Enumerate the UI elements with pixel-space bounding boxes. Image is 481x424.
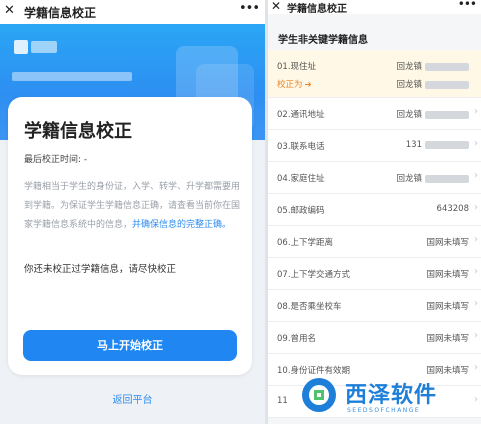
row-label: 11 [277,396,288,406]
info-row-mailing-address[interactable]: 02.通讯地址 回龙镇 › [268,98,481,130]
banner-logo-icon [14,40,28,54]
right-pane: ✕ 学籍信息校正 ••• 学生非关键学籍信息 01.现住址 回龙镇 校正为 ➔ 回… [268,0,481,424]
return-platform-link[interactable]: 返回平台 [0,391,265,406]
row-value: 回龙镇 [396,172,469,184]
row-value: 国网未填写 [426,270,469,280]
row-label: 06.上下学距离 [277,238,334,248]
close-icon[interactable]: ✕ [271,0,281,13]
row-label: 09.曾用名 [277,334,317,344]
correction-value: 回龙镇 [396,78,469,90]
more-icon[interactable]: ••• [458,0,477,11]
card-heading: 学籍信息校正 [24,121,132,142]
row-value: 643208 [436,204,469,214]
redacted-value [425,80,469,89]
section-header: 学生非关键学籍信息 [268,14,481,50]
info-row-commute-distance[interactable]: 06.上下学距离 国网未填写 › [268,226,481,258]
left-page-title: 学籍信息校正 [24,6,97,20]
info-row-commute-mode[interactable]: 07.上下学交通方式 国网未填写 › [268,258,481,290]
banner-logo-text [31,41,57,53]
redacted-value [425,62,469,71]
watermark-subtitle: SEEDSOFCHANGE [347,407,421,414]
info-row-school-bus[interactable]: 08.是否乘坐校车 国网未填写 › [268,290,481,322]
redacted-value [425,174,469,183]
right-page-title: 学籍信息校正 [287,4,347,15]
right-titlebar: ✕ 学籍信息校正 ••• [268,0,481,15]
arrow-right-icon: ➔ [304,80,312,90]
row-value: 回龙镇 [396,60,469,72]
chevron-right-icon: › [474,234,478,245]
info-list: 01.现住址 回龙镇 校正为 ➔ 回龙镇 02.通讯地址 回龙镇 › 03.联系电… [268,50,481,418]
info-row-postcode[interactable]: 05.邮政编码 643208 › [268,194,481,226]
row-label: 08.是否乘坐校车 [277,302,342,312]
row-label: 02.通讯地址 [277,110,325,120]
row-label: 04.家庭住址 [277,174,325,184]
card-description: 学籍相当于学生的身份证，入学、转学、升学都需要用到学籍。为保证学生学籍信息正确，… [24,178,240,235]
redacted-value [425,110,469,119]
left-pane: ✕ 学籍信息校正 ••• 学籍信息校正 最后校正时间: - 学籍相当于学生的身份… [0,0,265,424]
row-label: 01.现住址 [277,62,317,72]
chevron-right-icon: › [474,266,478,277]
redacted-value [425,140,469,149]
section-title: 学生非关键学籍信息 [278,35,368,46]
row-value: 回龙镇 [396,108,469,120]
chevron-right-icon: › [474,106,478,117]
info-row-home-address[interactable]: 04.家庭住址 回龙镇 › [268,162,481,194]
watermark-logo-icon [299,375,339,415]
chevron-right-icon: › [474,202,478,213]
left-titlebar: ✕ 学籍信息校正 ••• [0,0,265,24]
description-link[interactable]: 并确保信息的完整正确。 [132,220,231,230]
row-label: 07.上下学交通方式 [277,270,351,280]
row-label: 05.邮政编码 [277,206,325,216]
row-value: 国网未填写 [426,238,469,248]
watermark: 西泽软件 SEEDSOFCHANGE [293,371,481,424]
not-verified-notice: 你还未校正过学籍信息，请尽快校正 [24,264,177,275]
chevron-right-icon: › [474,330,478,341]
row-value: 131 [406,140,469,150]
watermark-brand: 西泽软件 [345,383,438,408]
banner-subtitle-blurred [12,72,132,81]
info-row-former-name[interactable]: 09.曾用名 国网未填写 › [268,322,481,354]
chevron-right-icon: › [474,170,478,181]
chevron-right-icon: › [474,138,478,149]
last-check-time: 最后校正时间: - [24,155,88,165]
info-row-current-address[interactable]: 01.现住址 回龙镇 校正为 ➔ 回龙镇 [268,50,481,98]
correction-label: 校正为 ➔ [277,80,312,90]
verify-card: 学籍信息校正 最后校正时间: - 学籍相当于学生的身份证，入学、转学、升学都需要… [8,97,252,375]
chevron-right-icon: › [474,298,478,309]
row-value: 国网未填写 [426,334,469,344]
info-row-phone[interactable]: 03.联系电话 131 › [268,130,481,162]
close-icon[interactable]: ✕ [4,3,15,18]
start-verify-button[interactable]: 马上开始校正 [23,330,237,361]
row-label: 03.联系电话 [277,142,325,152]
more-icon[interactable]: ••• [239,1,260,16]
row-value: 国网未填写 [426,302,469,312]
